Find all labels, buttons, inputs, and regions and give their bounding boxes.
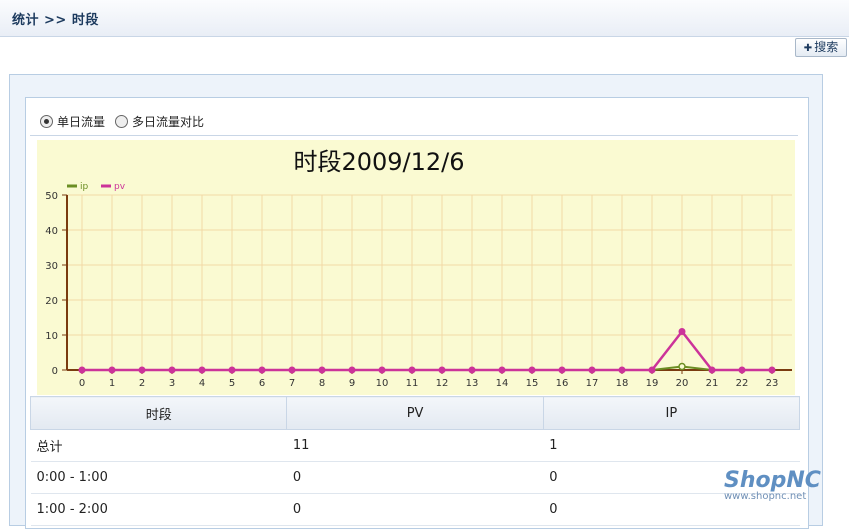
- x-tick-label: 14: [496, 378, 509, 389]
- legend-label: ip: [80, 182, 89, 192]
- line-chart: 010203040500 1 2 3 4 5 6 7 8 9 10 11 12 13 14 15 16 17 18 1…: [37, 140, 795, 395]
- legend-label: pv: [114, 182, 126, 192]
- data-point-pv: [648, 366, 656, 374]
- x-tick-label: 9: [349, 378, 355, 389]
- x-tick-label: 20: [676, 378, 689, 389]
- x-tick-label: 10: [376, 378, 389, 389]
- data-point-pv: [678, 328, 686, 335]
- x-tick-label: 0: [79, 378, 85, 389]
- data-point-pv: [318, 366, 326, 374]
- col-header-ip: IP: [542, 396, 801, 430]
- data-point-pv: [78, 366, 86, 374]
- x-tick-label: 19: [646, 378, 659, 389]
- cell-pv: 0: [286, 493, 544, 526]
- data-point-pv: [258, 366, 266, 374]
- data-point-pv: [228, 366, 236, 374]
- table-row: 0:00 - 1:00 0 0: [30, 461, 800, 494]
- data-point-pv: [378, 366, 386, 374]
- x-tick-label: 22: [736, 378, 749, 389]
- x-tick-label: 5: [229, 378, 235, 389]
- data-point-pv: [738, 366, 746, 374]
- mode-selector: 单日流量 多日流量对比: [40, 113, 214, 129]
- divider: [30, 135, 798, 136]
- cell-pv: 0: [286, 461, 544, 494]
- y-tick-label: 0: [52, 366, 58, 377]
- chart-background: [37, 140, 795, 395]
- data-point-ip: [678, 362, 686, 371]
- search-button-label: 搜索: [814, 40, 839, 54]
- data-point-pv: [588, 366, 596, 374]
- x-tick-label: 12: [436, 378, 449, 389]
- y-tick-label: 40: [45, 226, 58, 237]
- chart-title: 时段2009/12/6: [293, 148, 464, 176]
- x-tick-label: 8: [319, 378, 325, 389]
- data-point-pv: [708, 366, 716, 374]
- cell-ip: 1: [543, 429, 800, 462]
- x-tick-label: 3: [169, 378, 175, 389]
- x-tick-label: 17: [586, 378, 599, 389]
- top-header-bar: 统计 >> 时段: [0, 0, 849, 37]
- radio-single-day[interactable]: [40, 114, 53, 128]
- cell-period: 总计: [30, 429, 287, 462]
- x-tick-label: 1: [109, 378, 115, 389]
- data-point-pv: [618, 366, 626, 374]
- x-tick-label: 21: [706, 378, 719, 389]
- data-point-pv: [408, 366, 416, 374]
- radio-multi-day-label[interactable]: 多日流量对比: [132, 113, 204, 130]
- data-point-pv: [288, 366, 296, 374]
- table-header-row: 时段 PV IP: [29, 396, 801, 430]
- table-row: 总计 11 1: [30, 429, 800, 462]
- cell-period: 1:00 - 2:00: [30, 493, 287, 526]
- data-point-pv: [558, 366, 566, 374]
- x-tick-label: 11: [406, 378, 419, 389]
- hourly-stats-table: 时段 PV IP 总计 11 1 0:00 - 1:00 0 0 1:00 - …: [29, 396, 801, 526]
- y-tick-label: 20: [45, 296, 58, 307]
- breadcrumb: 统计 >> 时段: [12, 13, 99, 28]
- logo-url: www.shopnc.net: [724, 491, 807, 502]
- y-tick-label: 50: [45, 191, 58, 202]
- x-tick-label: 4: [199, 378, 205, 389]
- logo-brand: ShopNC: [724, 468, 821, 493]
- y-tick-label: 30: [45, 261, 58, 272]
- data-point-pv: [198, 366, 206, 374]
- y-tick-label: 10: [45, 331, 58, 342]
- data-point-pv: [438, 366, 446, 374]
- shopnc-logo: ShopNC www.shopnc.net: [724, 468, 844, 510]
- x-tick-label: 16: [556, 378, 569, 389]
- col-header-pv: PV: [286, 396, 544, 430]
- cell-pv: 11: [286, 429, 544, 462]
- x-tick-label: 7: [289, 378, 295, 389]
- data-point-pv: [498, 366, 506, 374]
- x-tick-label: 6: [259, 378, 265, 389]
- data-point-pv: [348, 366, 356, 374]
- plus-icon: ✚: [803, 43, 813, 54]
- x-tick-label: 13: [466, 378, 479, 389]
- data-point-pv: [768, 366, 776, 374]
- data-point-pv: [168, 366, 176, 374]
- x-tick-label: 18: [616, 378, 629, 389]
- col-header-period: 时段: [29, 396, 288, 430]
- chart-container: 0 10 20 30 40 50 0 1 2 3 4 5 6 7 8 9 10 11 12 13 14 15 16 17 18 1…: [37, 140, 795, 395]
- data-point-pv: [108, 366, 116, 374]
- data-point-pv: [138, 366, 146, 374]
- x-tick-label: 2: [139, 378, 145, 389]
- x-tick-label: 15: [526, 378, 539, 389]
- data-point-pv: [528, 366, 536, 374]
- table-row: 1:00 - 2:00 0 0: [30, 493, 800, 526]
- x-tick-label: 23: [766, 378, 779, 389]
- radio-multi-day[interactable]: [115, 114, 129, 128]
- cell-period: 0:00 - 1:00: [30, 461, 287, 494]
- radio-single-day-label[interactable]: 单日流量: [57, 113, 105, 130]
- data-point-pv: [468, 366, 476, 374]
- search-button[interactable]: ✚ 搜索: [795, 38, 847, 57]
